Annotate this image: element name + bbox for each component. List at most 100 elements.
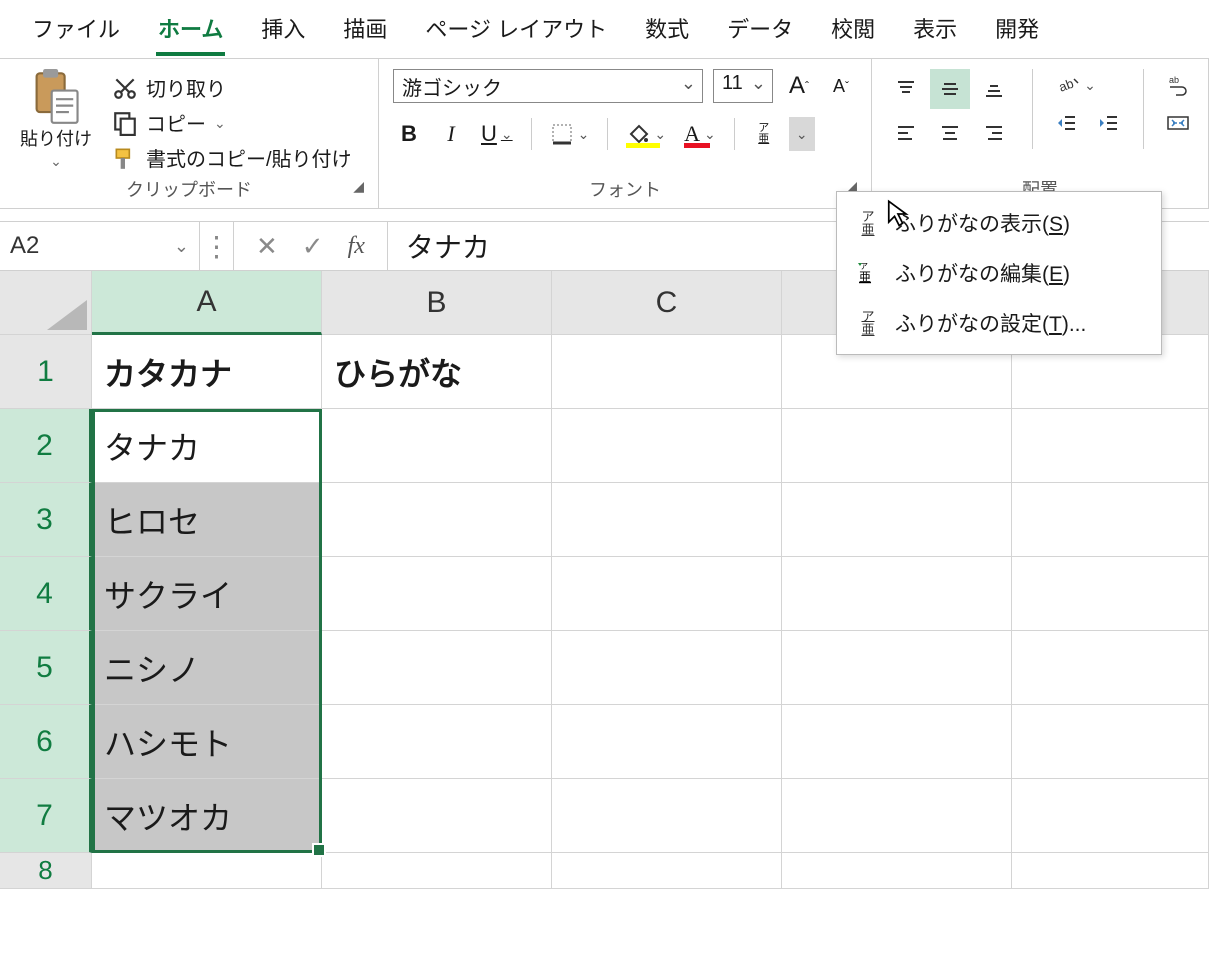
furigana-show-item[interactable]: ア亜 ふりがなの表示(S) [837,198,1161,248]
cell-C8[interactable] [552,853,782,889]
furigana-dropdown-button[interactable]: ⌄ [789,117,815,151]
row-header-6[interactable]: 6 [0,705,92,779]
cell-C6[interactable] [552,705,782,779]
cell-A5[interactable]: ニシノ [92,631,322,705]
decrease-font-button[interactable]: Aˇ [825,70,857,102]
column-header-B[interactable]: B [322,271,552,335]
font-size-select[interactable]: 11 [713,69,773,103]
cell-E2[interactable] [1012,409,1209,483]
cell-D3[interactable] [782,483,1012,557]
bold-button[interactable]: B [393,118,425,150]
cell-C2[interactable] [552,409,782,483]
font-name-select[interactable]: 游ゴシック [393,69,703,103]
cell-D7[interactable] [782,779,1012,853]
row-header-4[interactable]: 4 [0,557,92,631]
enter-formula-button[interactable]: ✓ [302,231,324,262]
align-left-button[interactable] [886,113,926,153]
cell-A8[interactable] [92,853,322,889]
tab-developer[interactable]: 開発 [993,12,1041,56]
cell-E7[interactable] [1012,779,1209,853]
cell-E3[interactable] [1012,483,1209,557]
furigana-edit-item[interactable]: ア亜 ふりがなの編集(E) [837,248,1161,298]
column-header-A[interactable]: A [92,271,322,335]
name-box[interactable]: A2 ⌄ [0,222,200,270]
align-middle-button[interactable] [930,69,970,109]
copy-button[interactable]: コピー ⌄ [112,108,352,137]
cell-C4[interactable] [552,557,782,631]
row-header-1[interactable]: 1 [0,335,92,409]
cell-B6[interactable] [322,705,552,779]
cell-A4[interactable]: サクライ [92,557,322,631]
increase-font-button[interactable]: Aˆ [783,70,815,102]
row-header-8[interactable]: 8 [0,853,92,889]
align-bottom-button[interactable] [974,69,1014,109]
row-header-2[interactable]: 2 [0,409,92,483]
merge-center-button[interactable] [1162,107,1194,139]
cell-D4[interactable] [782,557,1012,631]
align-top-button[interactable] [886,69,926,109]
copy-icon [112,110,138,136]
cell-C5[interactable] [552,631,782,705]
cell-E6[interactable] [1012,705,1209,779]
row-header-7[interactable]: 7 [0,779,92,853]
select-all-button[interactable] [0,271,92,335]
cell-C3[interactable] [552,483,782,557]
cell-B7[interactable] [322,779,552,853]
cell-B8[interactable] [322,853,552,889]
cell-A2[interactable]: タナカ [92,409,322,483]
paste-button[interactable]: 貼り付け ⌄ [14,69,98,170]
cell-E8[interactable] [1012,853,1209,889]
borders-button[interactable] [546,118,594,150]
cell-A3[interactable]: ヒロセ [92,483,322,557]
tab-file[interactable]: ファイル [30,12,122,56]
cell-D2[interactable] [782,409,1012,483]
increase-indent-button[interactable] [1093,107,1125,139]
cell-A6[interactable]: ハシモト [92,705,322,779]
align-right-button[interactable] [974,113,1014,153]
cell-E4[interactable] [1012,557,1209,631]
format-painter-button[interactable]: 書式のコピー/貼り付け [112,143,352,172]
tab-home[interactable]: ホーム [156,12,225,56]
cell-B4[interactable] [322,557,552,631]
cell-E5[interactable] [1012,631,1209,705]
worksheet: A B C D E 1 カタカナ ひらがな 2 タナカ 3 ヒロセ [0,271,1209,889]
cell-B5[interactable] [322,631,552,705]
wrap-text-button[interactable]: ab [1162,69,1194,101]
font-color-button[interactable]: A [680,118,720,150]
furigana-button[interactable]: ア 亜 [749,117,779,151]
cell-D6[interactable] [782,705,1012,779]
cell-B1[interactable]: ひらがな [322,335,552,409]
cell-C7[interactable] [552,779,782,853]
tab-page-layout[interactable]: ページ レイアウト [423,12,609,56]
cell-A1[interactable]: カタカナ [92,335,322,409]
insert-function-button[interactable]: fx [348,233,365,260]
column-header-C[interactable]: C [552,271,782,335]
tab-data[interactable]: データ [725,12,795,56]
tab-formulas[interactable]: 数式 [643,12,691,56]
svg-text:亜: 亜 [859,270,871,284]
underline-button[interactable]: U [477,118,517,150]
italic-button[interactable]: I [435,118,467,150]
cell-C1[interactable] [552,335,782,409]
cell-D8[interactable] [782,853,1012,889]
tab-draw[interactable]: 描画 [341,12,389,56]
cell-B3[interactable] [322,483,552,557]
dialog-launcher-icon[interactable]: ◢ [353,178,364,195]
cancel-formula-button[interactable]: ✕ [256,231,278,262]
cell-A7[interactable]: マツオカ [92,779,322,853]
furigana-menu: ア亜 ふりがなの表示(S) ア亜 ふりがなの編集(E) ア亜 ふりがなの設定(T… [836,191,1162,355]
orientation-button[interactable]: ab [1051,69,1101,101]
cell-B2[interactable] [322,409,552,483]
furigana-settings-item[interactable]: ア亜 ふりがなの設定(T)... [837,298,1161,348]
row-header-5[interactable]: 5 [0,631,92,705]
align-bottom-icon [982,77,1006,101]
tab-insert[interactable]: 挿入 [259,12,307,56]
decrease-indent-button[interactable] [1051,107,1083,139]
cell-D5[interactable] [782,631,1012,705]
cut-button[interactable]: 切り取り [112,73,352,102]
tab-view[interactable]: 表示 [911,12,959,56]
row-header-3[interactable]: 3 [0,483,92,557]
fill-color-button[interactable] [622,118,670,150]
align-center-button[interactable] [930,113,970,153]
tab-review[interactable]: 校閲 [829,12,877,56]
